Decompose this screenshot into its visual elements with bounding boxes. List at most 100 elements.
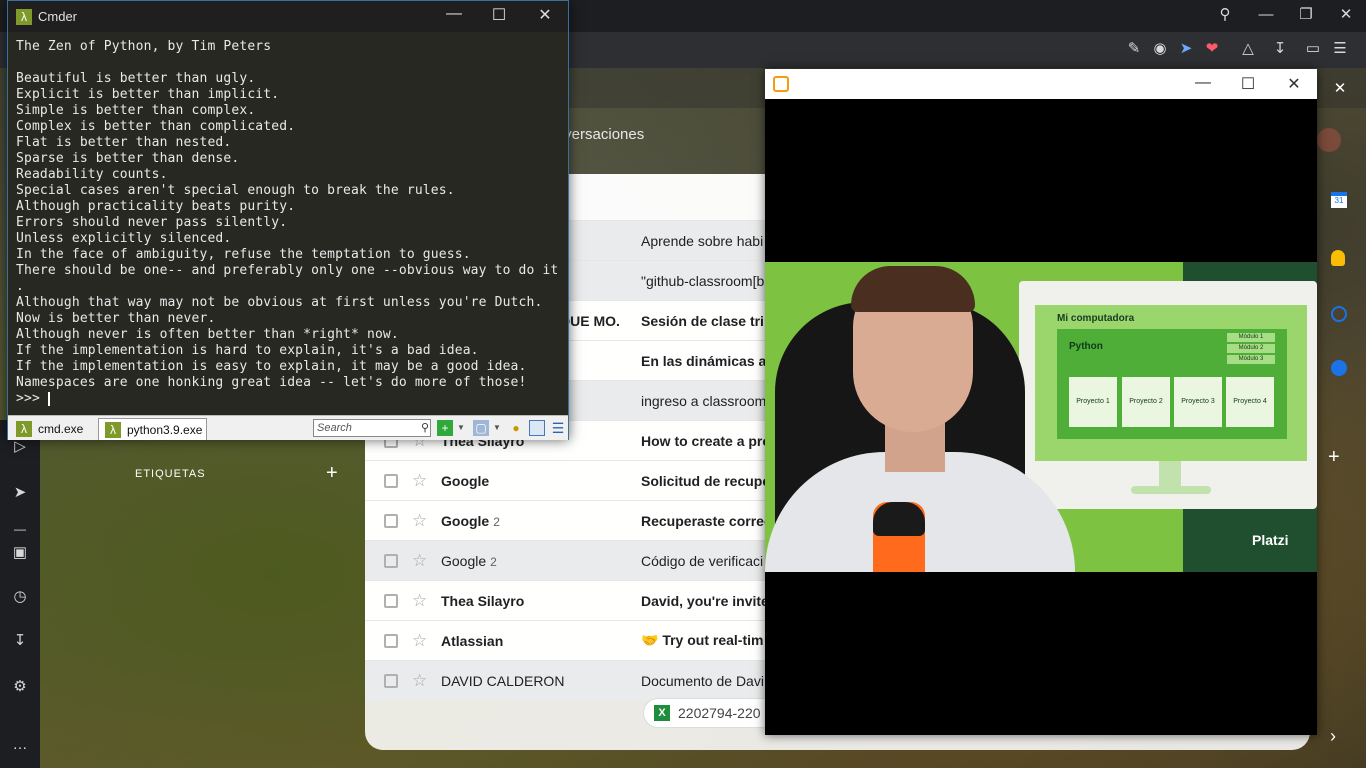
terminal-line: Although that way may not be obvious at … [16,295,543,310]
maximize-icon[interactable]: ☐ [484,5,514,25]
terminal-line: Readability counts. [16,167,168,182]
search-icon[interactable]: ⚲ [1215,6,1235,24]
star-icon[interactable]: ☆ [412,511,427,531]
player-app-icon [773,76,789,92]
python-label: Python [1069,341,1103,352]
terminal-line: Unless explicitly silenced. [16,231,232,246]
menu-icon[interactable]: ☰ [1330,40,1350,58]
cmder-title-bar[interactable]: λ Cmder — ☐ ✕ [8,1,568,32]
terminal-line: Errors should never pass silently. [16,215,288,230]
terminal-line: . [16,279,24,294]
cube-icon[interactable]: △ [1238,40,1258,58]
clock-icon[interactable]: ◷ [10,588,30,606]
cmder-window: λ Cmder — ☐ ✕ The Zen of Python, by Tim … [7,0,569,440]
terminal-line: Beautiful is better than ugly. [16,71,256,86]
close-icon[interactable]: ✕ [1336,6,1356,24]
close-panel-icon[interactable]: ✕ [1330,80,1350,98]
module-label: Módulo 2 [1227,344,1275,353]
add-label-icon[interactable]: + [326,462,338,485]
star-icon[interactable]: ☆ [412,631,427,651]
person-hair [851,266,975,312]
play-icon[interactable]: ▷ [10,438,30,456]
terminal-line: Simple is better than complex. [16,103,256,118]
add-addon-icon[interactable]: + [1328,446,1340,469]
video-frame[interactable]: Mi computadora Python Módulo 1 Módulo 2 … [765,262,1317,572]
contacts-icon[interactable] [1331,360,1347,376]
star-icon[interactable]: ☆ [412,591,427,611]
excel-icon: X [654,705,670,721]
more-icon[interactable]: … [10,736,30,754]
monitor-illustration: Mi computadora Python Módulo 1 Módulo 2 … [1035,305,1307,461]
search-icon[interactable]: ⚲ [417,420,433,436]
restore-icon[interactable]: ❐ [1296,6,1316,24]
labels-heading: ETIQUETAS [135,468,206,480]
star-icon[interactable]: ☆ [412,471,427,491]
thread-count: 2 [490,554,497,569]
gear-icon[interactable]: ⚙ [10,678,30,696]
email-subject: Aprende sobre habi [641,232,764,249]
menu-icon[interactable]: ☰ [550,420,566,436]
avatar[interactable] [1317,128,1341,152]
email-sender: Google [441,473,489,489]
monitor-icon[interactable]: ▣ [10,544,30,562]
email-sender: Atlassian [441,633,503,649]
select-checkbox[interactable] [384,673,398,688]
tab-cmd[interactable]: λ cmd.exe [10,418,87,440]
edit-icon[interactable]: ✎ [1124,40,1144,58]
keep-icon[interactable] [1331,250,1345,266]
terminal-line: In the face of ambiguity, refuse the tem… [16,247,471,262]
minimize-icon[interactable]: — [439,5,469,23]
close-icon[interactable]: ✕ [1279,74,1309,94]
terminal-line: Although never is often better than *rig… [16,327,399,342]
download-icon[interactable]: ↧ [10,632,30,650]
send-icon[interactable]: ➤ [1176,40,1196,58]
minimize-icon[interactable]: — [1256,6,1276,24]
sender-name: Google [441,512,490,529]
email-sender: Google 2 [441,553,497,569]
chevron-down-icon[interactable]: ▼ [489,420,505,436]
chevron-down-icon[interactable]: ▼ [453,420,469,436]
split-icon[interactable] [529,420,545,436]
terminal-line: If the implementation is hard to explain… [16,343,479,358]
search-input[interactable]: Search [313,419,431,437]
select-checkbox[interactable] [384,473,398,488]
select-checkbox[interactable] [384,513,398,528]
calendar-icon[interactable]: 31 [1331,192,1347,208]
email-sender: DAVID CALDERON [441,673,564,689]
camera-icon[interactable]: ◉ [1150,40,1170,58]
select-checkbox[interactable] [384,633,398,648]
tasks-icon[interactable] [1331,306,1347,322]
project-box: Proyecto 4 [1226,377,1274,427]
select-checkbox[interactable] [384,553,398,568]
terminal-line: Although practicality beats purity. [16,199,296,214]
cmder-status-bar: λ cmd.exe λ python3.9.exe Search ⚲ + ▼ ▢… [8,415,568,440]
slide-title: Mi computadora [1057,313,1135,324]
download-icon[interactable]: ↧ [1270,40,1290,58]
star-icon[interactable]: ☆ [412,671,427,691]
layout-icon[interactable]: ▢ [473,420,489,436]
new-console-icon[interactable]: + [437,420,453,436]
tab-python[interactable]: λ python3.9.exe [98,418,208,440]
terminal-line: The Zen of Python, by Tim Peters [16,39,272,54]
star-icon[interactable]: ☆ [412,551,427,571]
lock-icon[interactable]: ● [508,420,524,436]
battery-icon[interactable]: ▭ [1303,40,1323,58]
lambda-icon: λ [16,8,32,25]
video-player-window: — ☐ ✕ Mi computadora Python Módulo 1 Mód… [765,69,1317,735]
maximize-icon[interactable]: ☐ [1233,74,1263,94]
sender-name: Google [441,552,487,569]
lambda-icon: λ [105,421,121,438]
heart-icon[interactable]: ❤ [1202,40,1222,58]
minimize-icon[interactable]: — [1188,74,1218,92]
video-title-bar[interactable]: — ☐ ✕ [765,69,1317,99]
email-subject: David, you're invite [641,592,769,609]
select-checkbox[interactable] [384,593,398,608]
terminal-output[interactable]: The Zen of Python, by Tim Peters Beautifu… [16,39,564,415]
project-box: Proyecto 3 [1174,377,1222,427]
prompt: >>> [16,391,48,406]
close-icon[interactable]: ✕ [530,5,560,25]
chevron-right-icon[interactable]: › [1330,726,1336,747]
send-icon[interactable]: ➤ [10,484,30,502]
text-cursor [47,391,50,406]
